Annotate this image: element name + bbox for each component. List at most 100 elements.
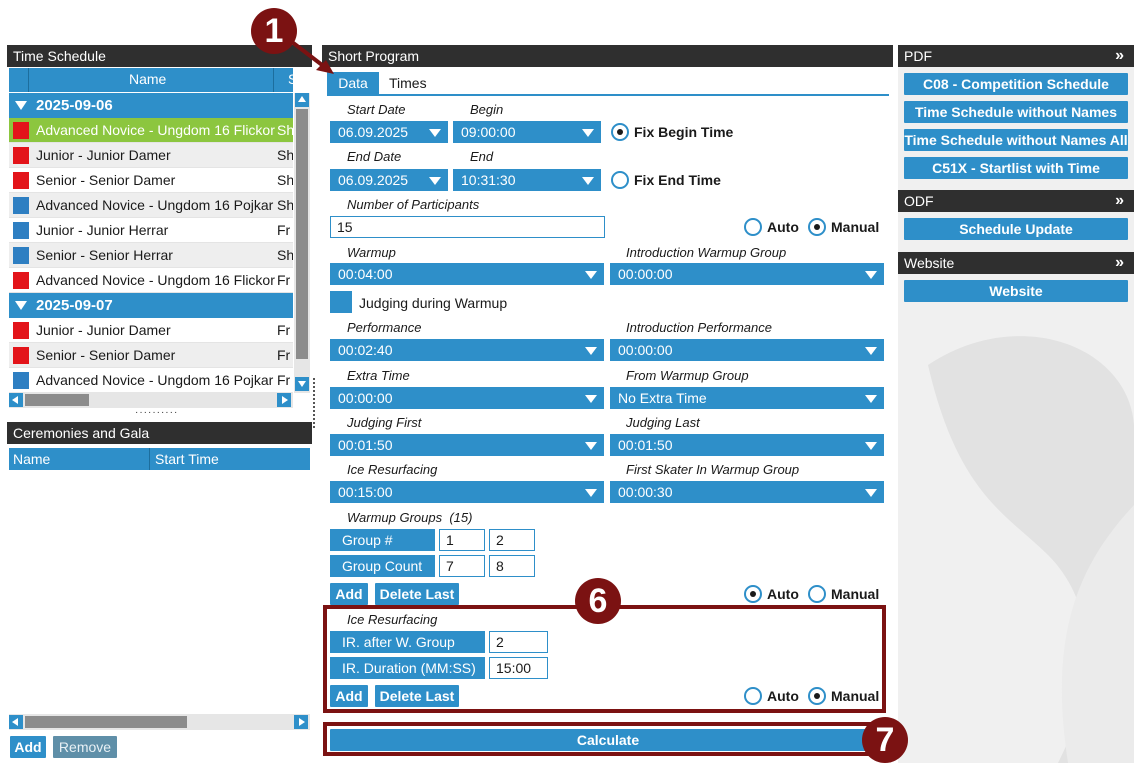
start-date-dropdown[interactable]: 06.09.2025	[330, 121, 448, 143]
schedule-row-name: Advanced Novice - Ungdom 16 Flickor	[36, 122, 275, 138]
performance-dropdown[interactable]: 00:02:40	[330, 339, 604, 361]
pdf-title: PDF	[904, 48, 932, 64]
add-ceremony-button[interactable]: Add	[10, 736, 46, 758]
add-ir-button[interactable]: Add	[330, 685, 368, 707]
splitter-handle[interactable]: ··········	[135, 407, 178, 418]
schedule-row[interactable]: Junior - Junior Herrar Fr	[9, 218, 293, 243]
scroll-left-button[interactable]	[9, 715, 23, 729]
website-title: Website	[904, 255, 955, 271]
group-count-input-2[interactable]: 8	[489, 555, 535, 577]
date-group-row[interactable]: 2025-09-07	[9, 293, 293, 318]
delete-last-group-button[interactable]: Delete Last	[375, 583, 459, 605]
chevron-down-icon	[585, 442, 597, 450]
schedule-update-button[interactable]: Schedule Update	[904, 218, 1128, 240]
horizontal-scrollbar[interactable]	[9, 714, 310, 730]
ir-after-input[interactable]: 2	[489, 631, 548, 653]
scroll-left-button[interactable]	[9, 393, 23, 407]
chevron-left-icon	[12, 718, 18, 726]
odf-title: ODF	[904, 193, 934, 209]
scroll-right-button[interactable]	[277, 393, 291, 407]
calculate-button[interactable]: Calculate	[330, 729, 886, 751]
schedule-row[interactable]: Junior - Junior Damer Sh	[9, 143, 293, 168]
schedule-row[interactable]: Senior - Senior Damer Fr	[9, 343, 293, 368]
expand-triangle-icon[interactable]	[15, 101, 27, 110]
column-header-name[interactable]: Name	[9, 68, 293, 92]
judging-warmup-checkbox[interactable]	[330, 291, 352, 313]
expand-triangle-icon[interactable]	[15, 301, 27, 310]
fix-begin-radio[interactable]	[611, 123, 629, 141]
intro-warmup-label: Introduction Warmup Group	[626, 245, 787, 260]
from-warmup-dropdown[interactable]: No Extra Time	[610, 387, 884, 409]
ice-resurfacing-dropdown[interactable]: 00:15:00	[330, 481, 604, 503]
schedule-row[interactable]: Advanced Novice - Ungdom 16 Pojkar Fr	[9, 368, 293, 393]
first-skater-dropdown[interactable]: 00:00:30	[610, 481, 884, 503]
schedule-row[interactable]: Senior - Senior Herrar Sh	[9, 243, 293, 268]
participants-input[interactable]: 15	[330, 216, 605, 238]
begin-dropdown[interactable]: 09:00:00	[453, 121, 601, 143]
ir-duration-input[interactable]: 15:00	[489, 657, 548, 679]
horizontal-scrollbar[interactable]	[9, 392, 293, 408]
schedule-row[interactable]: Advanced Novice - Ungdom 16 Flickor Sh	[9, 118, 293, 143]
scroll-down-button[interactable]	[295, 377, 309, 391]
splitter-handle-vertical[interactable]	[313, 378, 316, 428]
column-header-name[interactable]: Name	[13, 451, 50, 467]
fix-end-radio[interactable]	[611, 171, 629, 189]
intro-warmup-dropdown[interactable]: 00:00:00	[610, 263, 884, 285]
ir-manual-radio[interactable]	[808, 687, 826, 705]
schedule-row[interactable]: Junior - Junior Damer Fr	[9, 318, 293, 343]
schedule-row[interactable]: Senior - Senior Damer Sh	[9, 168, 293, 193]
warmup-dropdown[interactable]: 00:04:00	[330, 263, 604, 285]
judging-last-dropdown[interactable]: 00:01:50	[610, 434, 884, 456]
end-dropdown[interactable]: 10:31:30	[453, 169, 601, 191]
schedule-row-program: Sh	[277, 247, 293, 263]
time-schedule-panel: Time Schedule Name S 2025-09-06 Advanced …	[7, 45, 312, 417]
group-count-input-1[interactable]: 7	[439, 555, 485, 577]
time-schedule-without-names-button[interactable]: Time Schedule without Names	[904, 101, 1128, 123]
scroll-thumb[interactable]	[25, 394, 89, 406]
tab-times[interactable]: Times	[389, 72, 427, 94]
double-chevron-right-icon[interactable]: »	[1115, 45, 1124, 67]
double-chevron-right-icon[interactable]: »	[1115, 252, 1124, 274]
intro-performance-dropdown[interactable]: 00:00:00	[610, 339, 884, 361]
schedule-row[interactable]: Advanced Novice - Ungdom 16 Pojkar Sh	[9, 193, 293, 218]
participants-manual-radio[interactable]	[808, 218, 826, 236]
schedule-row-program: Sh	[277, 197, 293, 213]
judging-first-dropdown[interactable]: 00:01:50	[330, 434, 604, 456]
c08-competition-schedule-button[interactable]: C08 - Competition Schedule	[904, 73, 1128, 95]
date-group-row[interactable]: 2025-09-06	[9, 93, 293, 118]
schedule-row[interactable]: Advanced Novice - Ungdom 16 Flickor Fr	[9, 268, 293, 293]
remove-ceremony-button[interactable]: Remove	[53, 736, 117, 758]
groups-manual-radio[interactable]	[808, 585, 826, 603]
column-header-start-time[interactable]: Start Time	[155, 451, 219, 467]
group-number-input-2[interactable]: 2	[489, 529, 535, 551]
extra-time-dropdown[interactable]: 00:00:00	[330, 387, 604, 409]
short-program-title: Short Program	[322, 45, 893, 67]
end-date-dropdown[interactable]: 06.09.2025	[330, 169, 448, 191]
schedule-row-program: Fr	[277, 222, 291, 238]
group-number-input-1[interactable]: 1	[439, 529, 485, 551]
c51x-startlist-button[interactable]: C51X - Startlist with Time	[904, 157, 1128, 179]
scroll-thumb[interactable]	[25, 716, 187, 728]
pdf-header: PDF »	[898, 45, 1134, 67]
tab-bar: Data Times	[327, 72, 889, 96]
scroll-right-button[interactable]	[294, 715, 308, 729]
participants-auto-radio[interactable]	[744, 218, 762, 236]
scroll-up-button[interactable]	[295, 93, 309, 107]
time-schedule-without-names-all-button[interactable]: Time Schedule without Names All	[904, 129, 1128, 151]
vertical-scrollbar[interactable]	[294, 93, 310, 393]
scroll-thumb[interactable]	[296, 109, 308, 359]
ir-auto-label: Auto	[767, 688, 799, 704]
delete-last-ir-button[interactable]: Delete Last	[375, 685, 459, 707]
schedule-row-program: Fr	[277, 322, 291, 338]
ir-auto-radio[interactable]	[744, 687, 762, 705]
schedule-row-program: Sh	[277, 122, 293, 138]
schedule-row-program: Fr	[277, 272, 291, 288]
double-chevron-right-icon[interactable]: »	[1115, 190, 1124, 212]
odf-header: ODF »	[898, 190, 1134, 212]
groups-manual-label: Manual	[831, 586, 880, 602]
website-button[interactable]: Website	[904, 280, 1128, 302]
extra-time-label: Extra Time	[347, 368, 410, 383]
groups-auto-radio[interactable]	[744, 585, 762, 603]
add-group-button[interactable]: Add	[330, 583, 368, 605]
judging-last-value: 00:01:50	[618, 437, 673, 453]
